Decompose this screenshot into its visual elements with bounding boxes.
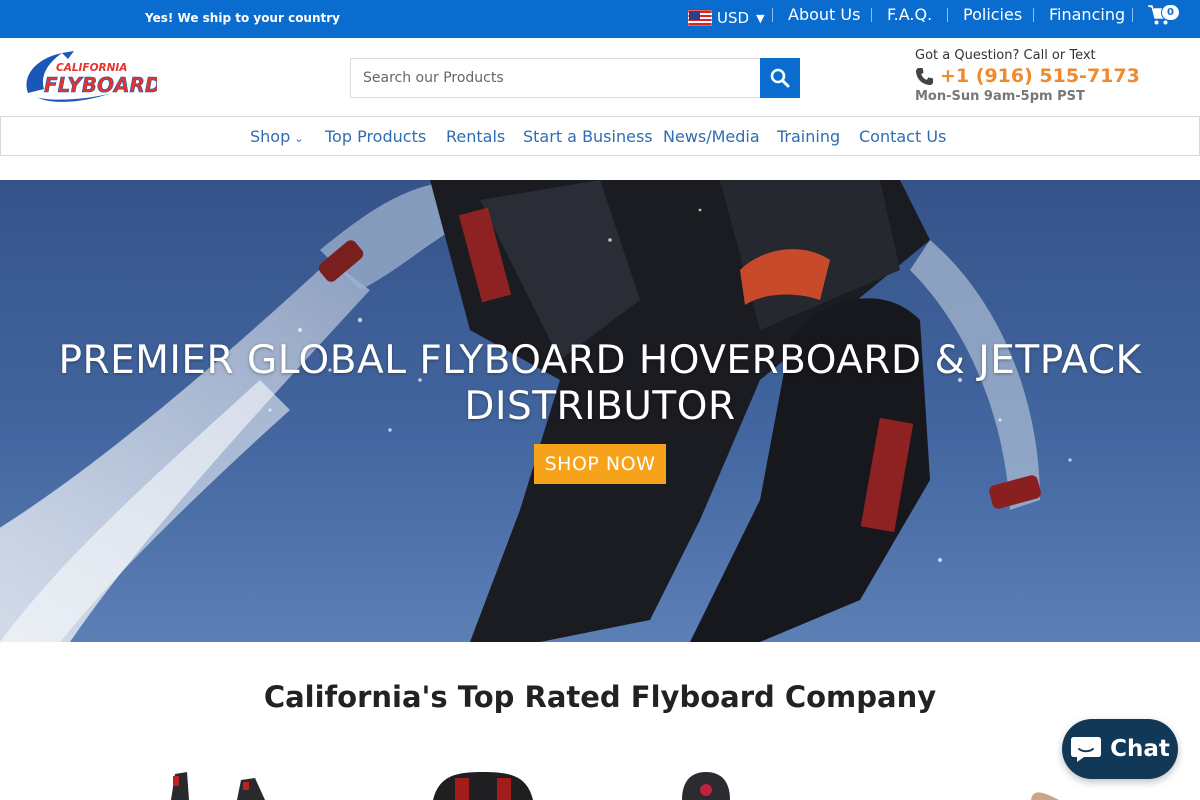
nav-item-shop[interactable]: Shop ⌄ <box>250 127 303 146</box>
product-image[interactable] <box>425 770 540 800</box>
hero-title-line1: PREMIER GLOBAL FLYBOARD HOVERBOARD & JET… <box>58 338 1142 383</box>
contact-phone-link[interactable]: +1 (916) 515-7173 <box>915 65 1195 87</box>
chat-button[interactable]: Chat <box>1062 719 1178 779</box>
top-link-about-us[interactable]: About Us <box>788 5 860 24</box>
nav-item-label: Shop <box>250 127 291 146</box>
currency-selector[interactable]: USD ▼ <box>688 7 765 29</box>
product-image[interactable] <box>1025 770 1065 800</box>
ship-message: Yes! We ship to your country <box>145 11 340 25</box>
divider <box>772 8 773 22</box>
top-link-policies[interactable]: Policies <box>963 5 1022 24</box>
nav-item-contact-us[interactable]: Contact Us <box>859 127 946 146</box>
phone-icon <box>915 67 934 85</box>
divider <box>871 8 872 22</box>
product-image[interactable] <box>676 770 736 800</box>
us-flag-icon <box>688 10 712 26</box>
main-nav: Shop ⌄ Top Products Rentals Start a Busin… <box>0 116 1200 156</box>
divider <box>1132 8 1133 22</box>
hero-banner: PREMIER GLOBAL FLYBOARD HOVERBOARD & JET… <box>0 180 1200 642</box>
currency-value: USD <box>717 9 750 27</box>
california-flyboard-logo[interactable]: CALIFORNIA FLYBOARD <box>22 49 157 103</box>
divider <box>947 8 948 22</box>
shop-now-button[interactable]: SHOP NOW <box>534 444 666 484</box>
top-link-financing[interactable]: Financing <box>1049 5 1125 24</box>
search-button[interactable] <box>760 58 800 98</box>
contact-hours: Mon-Sun 9am-5pm PST <box>915 89 1085 104</box>
search-bar <box>350 58 800 98</box>
contact-phone: +1 (916) 515-7173 <box>940 65 1140 87</box>
site-header: CALIFORNIA FLYBOARD Got a Question? Call… <box>0 38 1200 116</box>
cart-count-badge[interactable]: 0 <box>1161 4 1180 21</box>
nav-item-top-products[interactable]: Top Products <box>325 127 426 146</box>
product-image[interactable] <box>165 770 275 800</box>
chevron-down-icon: ▼ <box>756 11 765 25</box>
nav-item-training[interactable]: Training <box>777 127 840 146</box>
hero-title-line2: DISTRIBUTOR <box>464 384 736 429</box>
top-bar: Yes! We ship to your country USD ▼ About… <box>0 0 1200 38</box>
search-icon <box>770 68 790 88</box>
chevron-down-icon: ⌄ <box>294 132 304 145</box>
nav-item-start-a-business[interactable]: Start a Business <box>523 127 653 146</box>
logo-line2: FLYBOARD <box>44 73 157 97</box>
search-input[interactable] <box>350 58 760 98</box>
chat-bubble-icon <box>1071 737 1102 762</box>
contact-question: Got a Question? Call or Text <box>915 48 1096 63</box>
divider <box>1033 8 1034 22</box>
hero-title: PREMIER GLOBAL FLYBOARD HOVERBOARD & JET… <box>0 338 1200 430</box>
chat-label: Chat <box>1110 736 1170 762</box>
nav-item-rentals[interactable]: Rentals <box>446 127 505 146</box>
top-link-faq[interactable]: F.A.Q. <box>887 5 932 24</box>
section-title: California's Top Rated Flyboard Company <box>263 680 937 714</box>
nav-item-news-media[interactable]: News/Media <box>663 127 760 146</box>
contact-info: Got a Question? Call or Text +1 (916) 51… <box>915 48 1195 104</box>
